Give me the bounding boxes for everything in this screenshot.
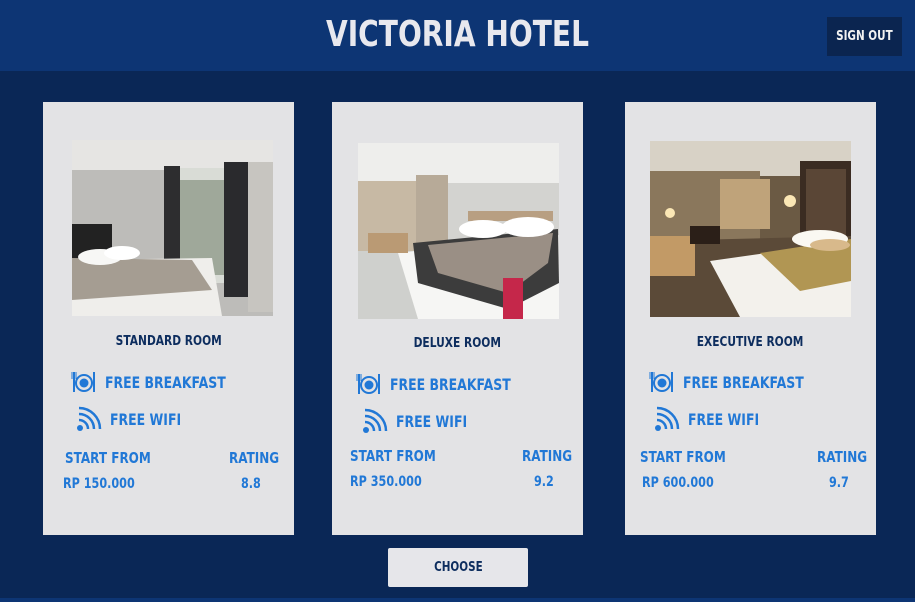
price-value: RP 150.000 — [63, 476, 135, 492]
feature-label: FREE BREAKFAST — [683, 372, 804, 392]
wifi-signal-icon — [654, 406, 680, 432]
rating-label: RATING — [229, 449, 280, 467]
dining-plate-icon — [71, 369, 97, 395]
room-card-executive[interactable]: EXECUTIVE ROOM FREE BREAKFAST FREE WIFI … — [625, 102, 876, 535]
room-photo-standard — [72, 140, 273, 316]
choose-button[interactable]: CHOOSE — [388, 548, 528, 587]
price-label: START FROM — [350, 447, 436, 465]
wifi-signal-icon — [362, 408, 388, 434]
feature-wifi: FREE WIFI — [362, 408, 487, 434]
page-title: VICTORIA HOTEL — [325, 14, 589, 55]
rating-value: 9.2 — [534, 474, 554, 490]
price-label: START FROM — [65, 449, 151, 467]
rating-label: RATING — [817, 448, 868, 466]
room-name-label: DELUXE ROOM — [413, 336, 502, 351]
feature-wifi: FREE WIFI — [76, 406, 201, 432]
dining-plate-icon — [649, 369, 675, 395]
feature-breakfast: FREE BREAKFAST — [356, 371, 545, 397]
room-card-deluxe[interactable]: DELUXE ROOM FREE BREAKFAST FREE WIFI STA… — [332, 102, 583, 535]
bottom-divider — [0, 598, 915, 602]
price-value: RP 600.000 — [642, 475, 714, 491]
rating-label: RATING — [522, 447, 573, 465]
choose-label: CHOOSE — [433, 560, 483, 575]
feature-wifi: FREE WIFI — [654, 406, 779, 432]
room-name-label: STANDARD ROOM — [115, 334, 222, 349]
price-value: RP 350.000 — [350, 474, 422, 490]
top-header-bar: VICTORIA HOTEL SIGN OUT — [0, 0, 915, 71]
rating-value: 8.8 — [241, 476, 261, 492]
feature-label: FREE BREAKFAST — [390, 374, 511, 394]
feature-label: FREE WIFI — [688, 409, 760, 429]
room-photo-executive — [650, 141, 851, 317]
sign-out-label: SIGN OUT — [836, 29, 893, 44]
feature-label: FREE WIFI — [110, 409, 182, 429]
feature-label: FREE WIFI — [396, 411, 468, 431]
sign-out-button[interactable]: SIGN OUT — [827, 17, 902, 56]
room-photo-deluxe — [358, 143, 559, 319]
feature-label: FREE BREAKFAST — [105, 372, 226, 392]
dining-plate-icon — [356, 371, 382, 397]
feature-breakfast: FREE BREAKFAST — [649, 369, 838, 395]
rating-value: 9.7 — [829, 475, 849, 491]
feature-breakfast: FREE BREAKFAST — [71, 369, 260, 395]
price-label: START FROM — [640, 448, 726, 466]
room-card-standard[interactable]: STANDARD ROOM FREE BREAKFAST FREE WIFI S… — [43, 102, 294, 535]
room-name-label: EXECUTIVE ROOM — [697, 335, 804, 350]
wifi-signal-icon — [76, 406, 102, 432]
